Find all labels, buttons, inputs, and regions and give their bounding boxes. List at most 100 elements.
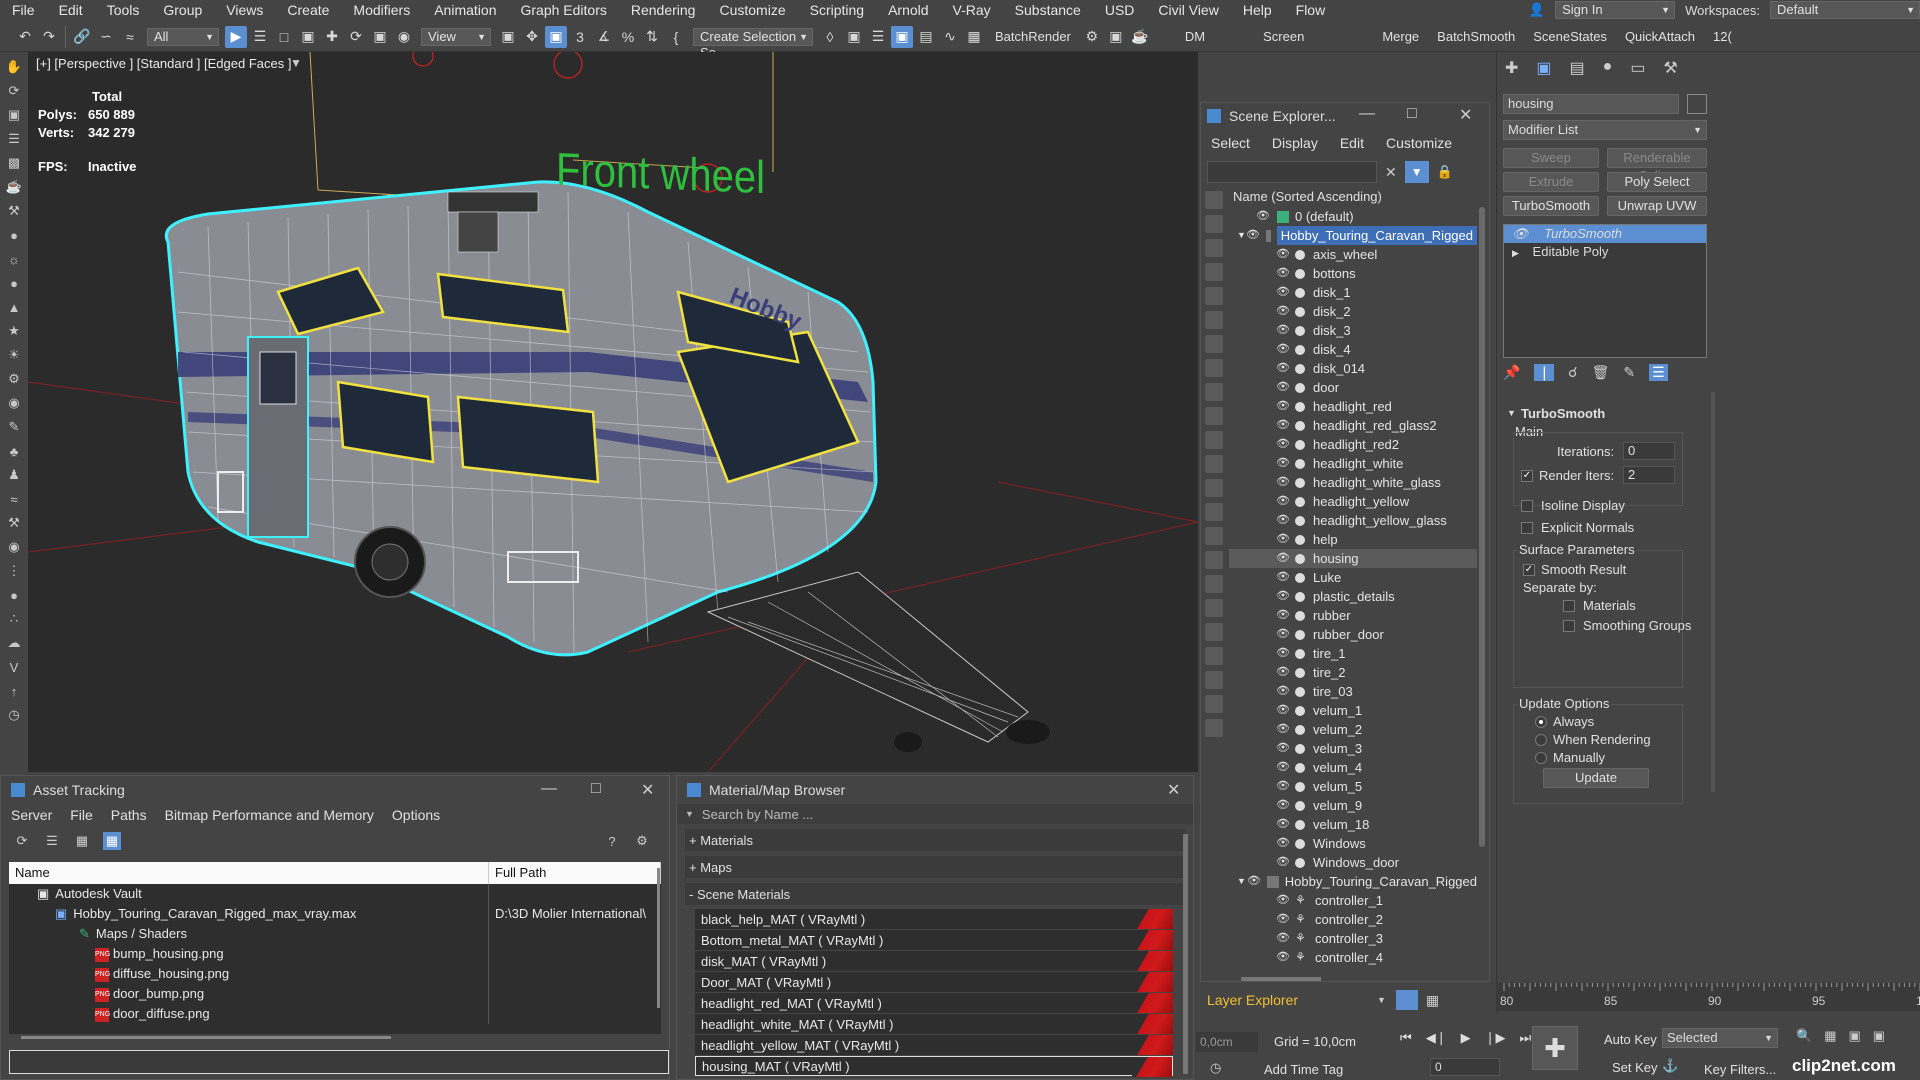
select-by-name-icon[interactable]: ☰	[249, 26, 271, 48]
list-view-icon[interactable]: ☰	[43, 832, 61, 850]
asset-status-field[interactable]	[9, 1050, 669, 1074]
next-frame-icon[interactable]: ❘▶	[1485, 1030, 1506, 1046]
expand-arrow-icon[interactable]: ▶	[1512, 248, 1519, 258]
eye-icon[interactable]: 👁	[1275, 910, 1291, 929]
screen-button[interactable]: Screen	[1255, 29, 1312, 44]
select-object-icon[interactable]: ▶	[225, 25, 247, 48]
eye-icon[interactable]: 👁	[1275, 492, 1291, 511]
explicit-normals-checkbox[interactable]	[1521, 522, 1533, 534]
play-icon[interactable]: ▶	[1461, 1030, 1471, 1046]
add-time-tag-button[interactable]: Add Time Tag	[1264, 1062, 1343, 1077]
eye-icon[interactable]: 👁	[1275, 644, 1291, 663]
list-item[interactable]: 👁 door	[1229, 378, 1477, 397]
sun-icon[interactable]: ☀	[5, 346, 23, 364]
eye-icon[interactable]: 👁	[1275, 416, 1291, 435]
maximize-icon[interactable]: □	[591, 780, 601, 798]
hammer-icon[interactable]: ⚒	[5, 202, 23, 220]
menu-usd[interactable]: USD	[1093, 2, 1147, 18]
menu-rendering[interactable]: Rendering	[619, 2, 708, 18]
maximize-icon[interactable]: □	[1407, 105, 1417, 123]
extrude-button[interactable]: Extrude	[1503, 172, 1599, 192]
material-item[interactable]: disk_MAT ( VRayMtl )	[695, 951, 1173, 971]
display-lights-icon[interactable]	[1205, 287, 1223, 305]
window-crossing-icon[interactable]: ▣	[297, 26, 319, 48]
at-menu-server[interactable]: Server	[11, 807, 52, 823]
list-item[interactable]: 👁 0 (default)	[1229, 207, 1477, 226]
render-production-icon[interactable]: ☕	[1129, 26, 1151, 48]
list-item[interactable]: 👁 velum_4	[1229, 758, 1477, 777]
list-item[interactable]: 👁 headlight_red2	[1229, 435, 1477, 454]
menu-file[interactable]: File	[0, 2, 47, 18]
v-icon[interactable]: V	[5, 658, 23, 676]
batchsmooth-button[interactable]: BatchSmooth	[1429, 29, 1523, 44]
eye-icon[interactable]: 👁	[1275, 454, 1291, 473]
eye-icon[interactable]: 👁	[1275, 796, 1291, 815]
tool-icon[interactable]: ⚒	[5, 514, 23, 532]
at-menu-paths[interactable]: Paths	[111, 807, 147, 823]
create-tab-icon[interactable]: ✚	[1505, 58, 1518, 78]
eye-icon[interactable]: 👁	[1512, 226, 1529, 241]
list-item[interactable]: 👁 ⚘ controller_1	[1229, 891, 1477, 910]
eye-icon[interactable]: 👁	[1275, 777, 1291, 796]
materials-checkbox[interactable]	[1563, 600, 1575, 612]
selection-filter-dropdown[interactable]: All ▼	[147, 27, 219, 46]
list-item[interactable]: 👁 disk_3	[1229, 321, 1477, 340]
list-item[interactable]: 👁 disk_4	[1229, 340, 1477, 359]
undo-icon[interactable]: ↶	[14, 26, 36, 48]
named-selection-dropdown[interactable]: Create Selection Se▼	[693, 27, 813, 60]
light-icon[interactable]: ☼	[5, 250, 23, 268]
percent-snap-icon[interactable]: %	[617, 26, 639, 48]
lock-icon[interactable]: 🔒	[1437, 164, 1453, 180]
scene-materials-section[interactable]: - Scene Materials	[685, 883, 1185, 905]
menu-substance[interactable]: Substance	[1003, 2, 1093, 18]
orbit-icon[interactable]: ⟳	[5, 82, 23, 100]
display-none-icon[interactable]	[1205, 191, 1223, 209]
eye-icon[interactable]: 👁	[1275, 815, 1291, 834]
isoline-display-checkbox[interactable]	[1521, 500, 1533, 512]
folder-icon[interactable]	[1205, 719, 1223, 737]
unlink-icon[interactable]: ∽	[95, 26, 117, 48]
list-item[interactable]: 👁 Windows_door	[1229, 853, 1477, 872]
ribbon-icon[interactable]: ▤	[915, 26, 937, 48]
list-item[interactable]: 👁 ⚘ controller_3	[1229, 929, 1477, 948]
place-icon[interactable]: ◉	[393, 26, 415, 48]
eye-icon[interactable]: 👁	[1275, 625, 1291, 644]
clear-icon[interactable]: ✕	[1385, 164, 1397, 181]
at-menu-file[interactable]: File	[70, 807, 93, 823]
funnel-icon[interactable]	[1205, 671, 1223, 689]
reference-coord-dropdown[interactable]: View ▼	[421, 27, 491, 46]
close-icon[interactable]: ✕	[641, 780, 654, 800]
display-containers-icon[interactable]	[1205, 455, 1223, 473]
list-item[interactable]: ▼ 👁 Hobby_Touring_Caravan_Rigged	[1229, 226, 1477, 245]
eye-icon[interactable]: 👁	[1275, 549, 1291, 568]
eye-icon[interactable]: 👁	[1275, 853, 1291, 872]
display-children-icon[interactable]	[1205, 527, 1223, 545]
eye-icon[interactable]: 👁	[1275, 834, 1291, 853]
eye-icon[interactable]: 👁	[1275, 929, 1291, 948]
mirror-icon[interactable]: ◊	[819, 26, 841, 48]
display-groups-icon[interactable]	[1205, 383, 1223, 401]
se-search-input[interactable]	[1207, 161, 1377, 183]
at-menu-options[interactable]: Options	[392, 807, 440, 823]
coord-field[interactable]: 0,0cm	[1196, 1032, 1258, 1052]
display-shapes-icon[interactable]	[1205, 263, 1223, 281]
eye-icon[interactable]: ◉	[5, 394, 23, 412]
select-invert-icon[interactable]	[1205, 647, 1223, 665]
se-column-header[interactable]: Name (Sorted Ascending)	[1229, 187, 1477, 207]
selected-dropdown[interactable]: Selected ▼	[1662, 1028, 1778, 1048]
dm-button[interactable]: DM	[1177, 29, 1213, 44]
select-none-icon[interactable]	[1205, 623, 1223, 641]
menu-group[interactable]: Group	[151, 2, 214, 18]
display-geometry-icon[interactable]	[1205, 239, 1223, 257]
render-iters-checkbox[interactable]: ✓	[1521, 470, 1533, 482]
table-row[interactable]: PNG door_diffuse.png	[9, 1004, 661, 1024]
menu-vray[interactable]: V-Ray	[941, 2, 1003, 18]
object-name-field[interactable]: housing	[1503, 94, 1679, 114]
se-menu-customize[interactable]: Customize	[1386, 135, 1452, 151]
list-item[interactable]: 👁 velum_3	[1229, 739, 1477, 758]
list-item[interactable]: 👁 velum_5	[1229, 777, 1477, 796]
chevron-down-icon[interactable]: ▼	[685, 809, 694, 819]
list-icon[interactable]: ☰	[5, 130, 23, 148]
list-item[interactable]: 👁 help	[1229, 530, 1477, 549]
stack-item-editable-poly[interactable]: ▶ Editable Poly	[1504, 243, 1706, 261]
